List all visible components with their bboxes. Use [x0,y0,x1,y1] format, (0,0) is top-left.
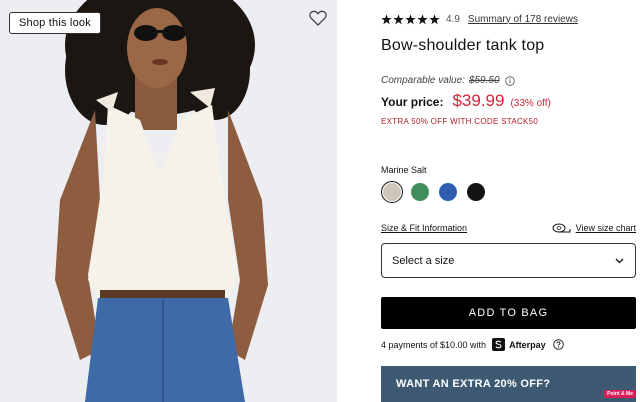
measuring-tape-icon [552,223,571,232]
size-fit-info-link[interactable]: Size & Fit Information [381,223,467,233]
point-me-badge: Point & Me [604,390,636,398]
help-icon[interactable] [552,339,564,350]
discount-percent: (33% off) [510,98,551,109]
size-chart-label: View size chart [575,223,636,233]
size-select[interactable]: Select a size [381,243,636,278]
color-swatch-black[interactable] [465,181,487,203]
afterpay-brand: Afterpay [509,339,546,350]
product-photo[interactable] [0,0,337,402]
shop-this-look-button[interactable]: Shop this look [9,12,101,34]
star-icon [381,13,392,24]
star-icon [405,13,416,24]
color-swatch-green[interactable] [409,181,431,203]
product-title: Bow-shoulder tank top [381,37,545,54]
star-icon [429,13,440,24]
size-chart-link[interactable]: View size chart [552,223,636,234]
add-to-bag-button[interactable]: ADD TO BAG [381,297,636,329]
comparable-value: Comparable value: $59.50 [381,75,515,86]
size-select-placeholder: Select a size [392,254,455,267]
comparable-price: $59.50 [468,75,500,86]
color-swatch-blue[interactable] [437,181,459,203]
rating-stars [381,13,440,25]
promo-code-message: EXTRA 50% OFF WITH CODE STACK50 [381,117,539,126]
product-image-panel: Shop this look [0,0,337,402]
banner-text: WANT AN EXTRA 20% OFF? [396,378,551,390]
color-swatches [381,181,487,203]
afterpay-logo-icon [492,338,506,351]
extra-discount-banner[interactable]: WANT AN EXTRA 20% OFF? Point & Me [381,366,636,402]
star-icon [417,13,428,24]
heart-icon[interactable] [309,10,327,26]
info-icon[interactable] [504,75,515,86]
afterpay-text: 4 payments of $10.00 with [381,339,487,350]
product-details: 4.9 Summary of 178 reviews Bow-shoulder … [381,0,636,402]
swatch-dot [383,183,401,201]
chevron-down-icon [615,258,624,263]
size-links-row: Size & Fit Information View size chart [381,221,636,235]
sale-price: $39.99 [452,91,505,110]
rating-row: 4.9 Summary of 178 reviews [381,12,578,26]
price-label: Your price: [381,95,444,109]
selected-color-name: Marine Salt [381,165,427,175]
swatch-dot [439,183,457,201]
price-row: Your price: $39.99 (33% off) [381,91,551,111]
swatch-dot [411,183,429,201]
swatch-dot [467,183,485,201]
afterpay-row: 4 payments of $10.00 with Afterpay [381,338,564,351]
comparable-label: Comparable value: [381,75,465,86]
reviews-summary-link[interactable]: Summary of 178 reviews [468,14,578,25]
color-swatch-marine-salt[interactable] [381,181,403,203]
rating-value: 4.9 [446,13,460,25]
star-icon [393,13,404,24]
